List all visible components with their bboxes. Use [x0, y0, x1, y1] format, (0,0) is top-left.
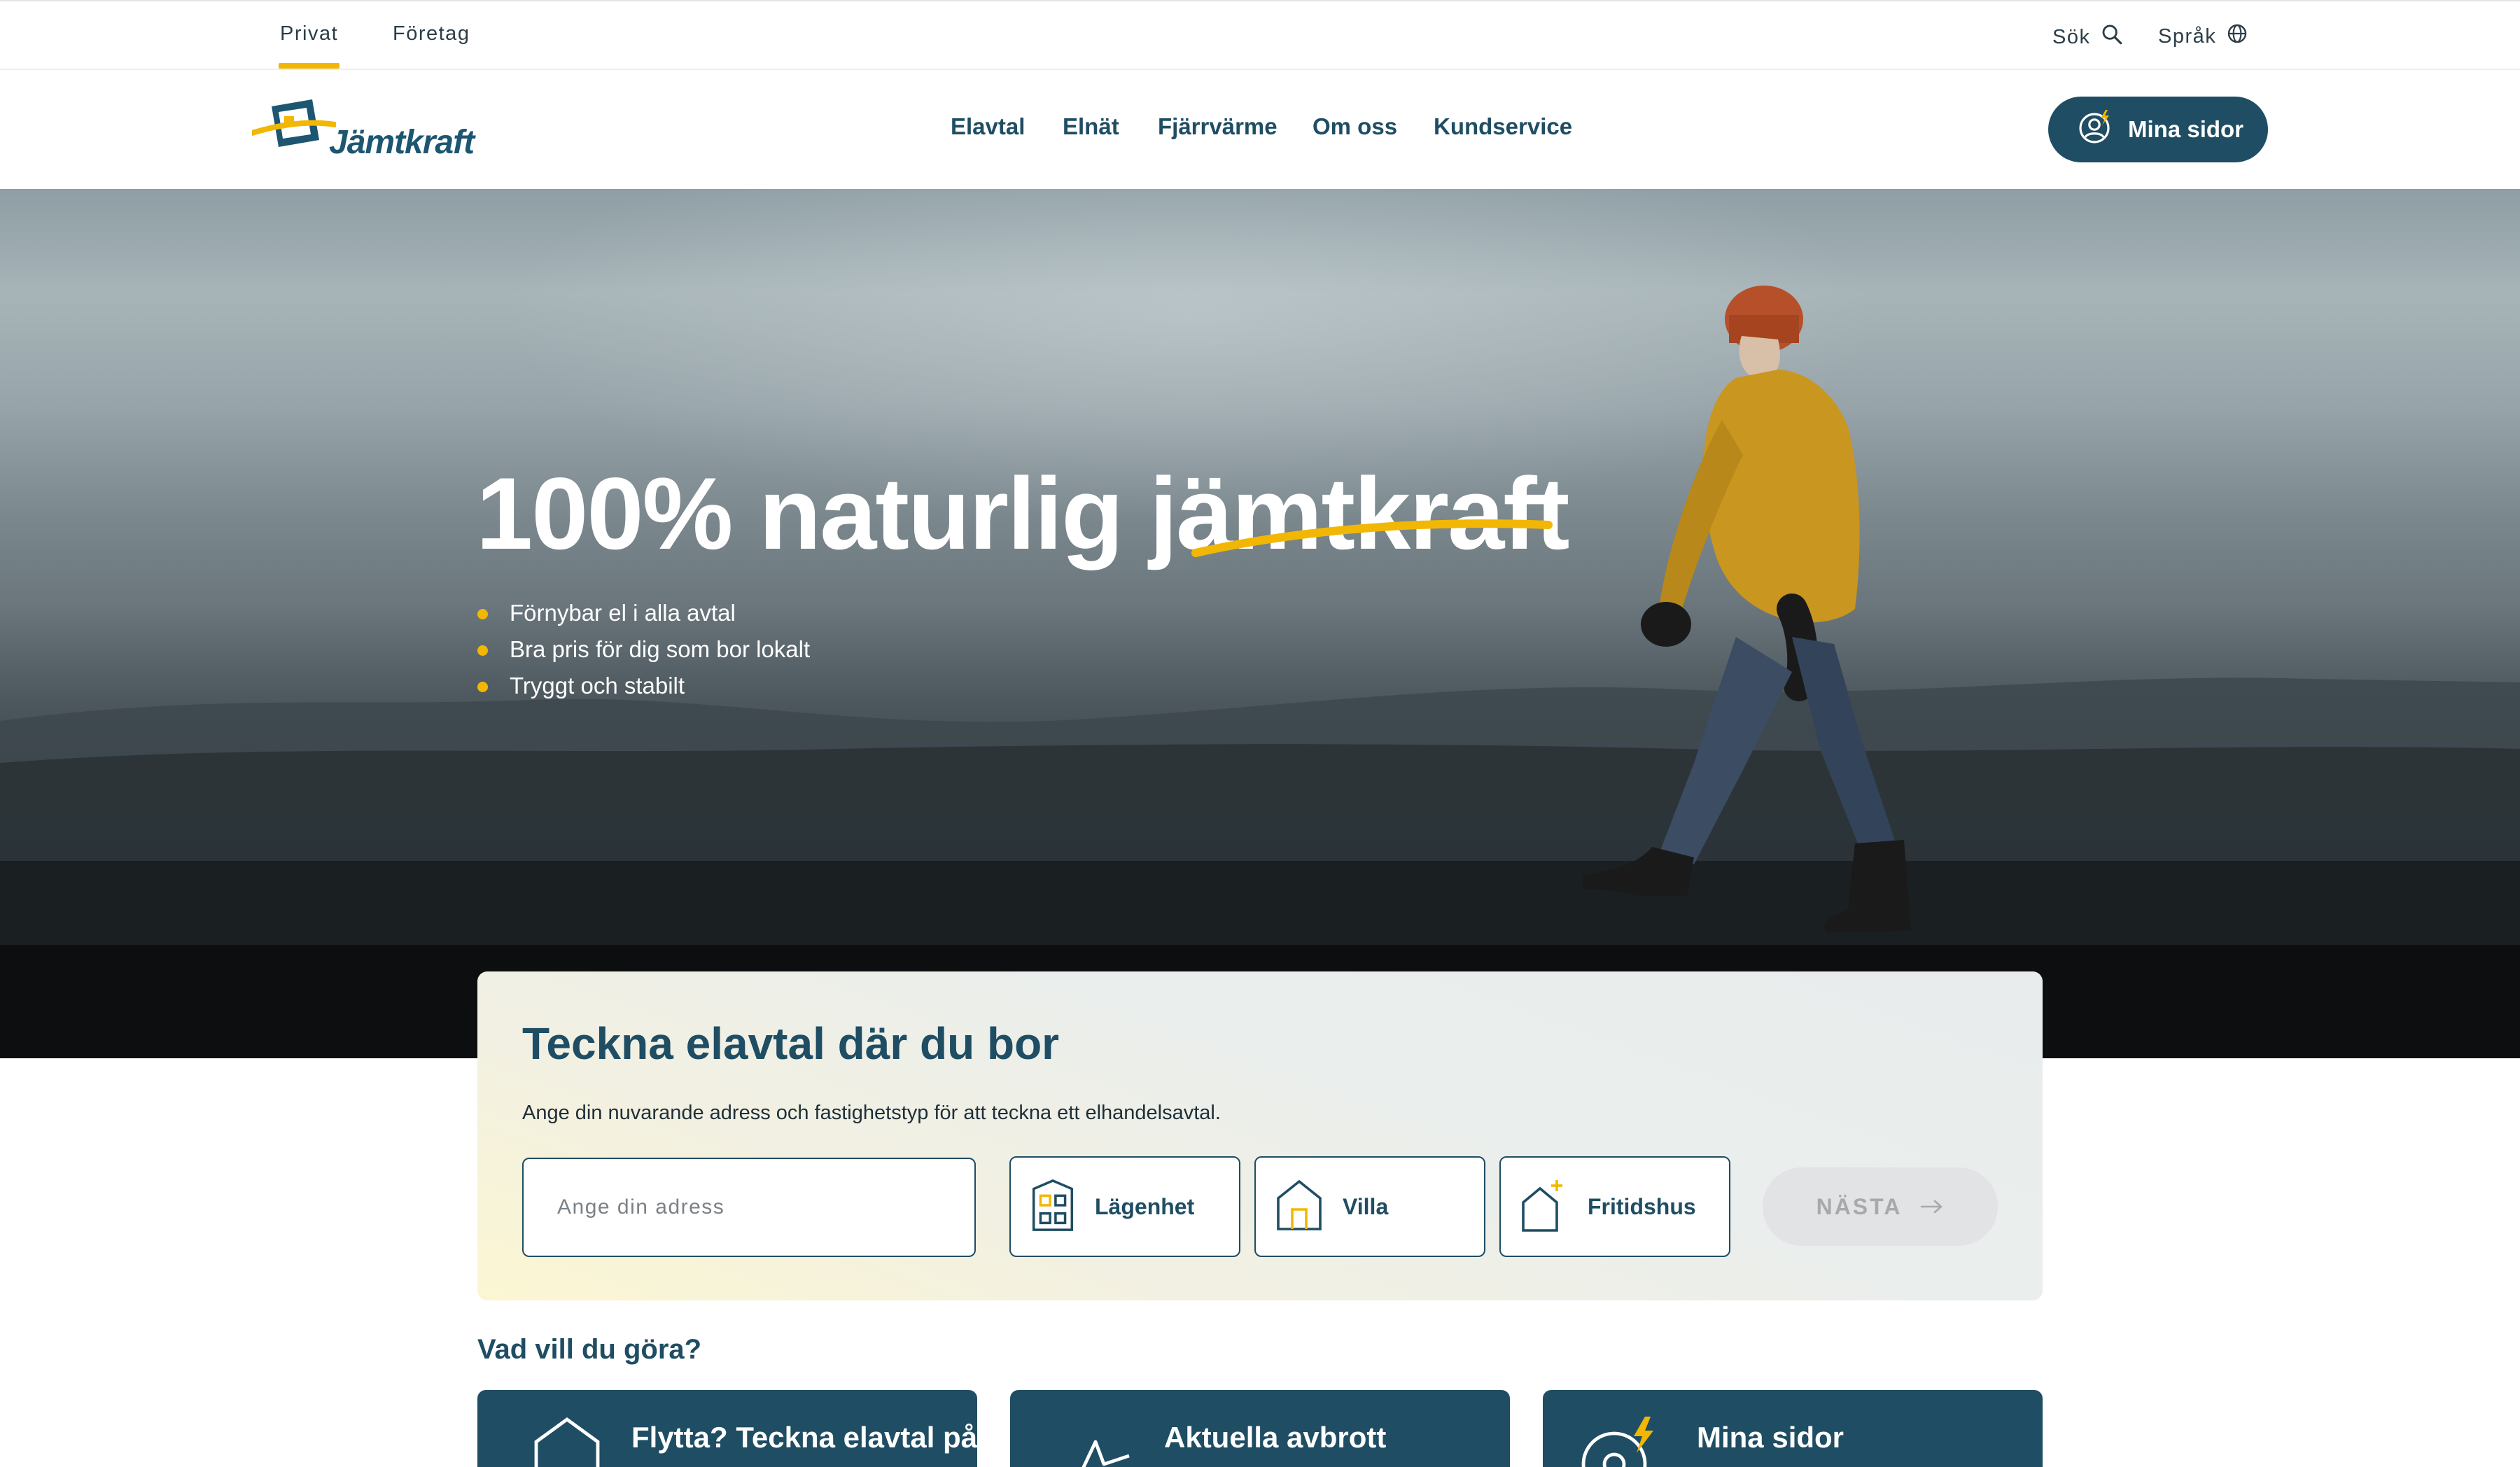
- action-tile-avbrott[interactable]: Aktuella avbrott: [1010, 1390, 1510, 1467]
- signup-title: Teckna elavtal där du bor: [522, 1018, 1060, 1069]
- address-input[interactable]: [522, 1158, 976, 1257]
- property-option-label: Fritidshus: [1588, 1193, 1696, 1219]
- nav-fjarrvarme[interactable]: Fjärrvärme: [1158, 113, 1278, 140]
- headline-underline-swoosh: [1191, 519, 1553, 557]
- search-icon: [2100, 22, 2124, 52]
- apartment-icon: [1030, 1178, 1075, 1236]
- house-icon: [532, 1414, 602, 1467]
- main-header: Jämtkraft Elavtal Elnät Fjärrvärme Om os…: [0, 70, 2520, 189]
- action-tile-label: Aktuella avbrott: [1164, 1421, 1387, 1454]
- hero-bullet-list: Förnybar el i alla avtal Bra pris för di…: [476, 595, 810, 704]
- outage-icon: [1065, 1414, 1135, 1467]
- action-tile-label: Mina sidor: [1697, 1421, 1844, 1454]
- action-tile-label: Flytta? Teckna elavtal på nya adressen: [631, 1421, 977, 1454]
- logo-mark-icon: [252, 99, 336, 147]
- property-option-villa[interactable]: Villa: [1254, 1156, 1485, 1257]
- nav-elavtal[interactable]: Elavtal: [951, 113, 1025, 140]
- search-link[interactable]: Sök: [2052, 22, 2124, 52]
- mina-sidor-label: Mina sidor: [2128, 116, 2244, 142]
- hero-landscape-image: [0, 286, 2520, 1058]
- action-tile-mina-sidor[interactable]: Mina sidor: [1543, 1390, 2043, 1467]
- next-button[interactable]: NÄSTA: [1763, 1167, 1998, 1246]
- user-bolt-icon: [2078, 108, 2114, 150]
- action-tile-flytta[interactable]: Flytta? Teckna elavtal på nya adressen: [477, 1390, 977, 1467]
- search-label: Sök: [2052, 25, 2091, 48]
- property-option-lagenhet[interactable]: Lägenhet: [1009, 1156, 1240, 1257]
- signup-description: Ange din nuvarande adress och fastighets…: [522, 1102, 1221, 1124]
- actions-title: Vad vill du göra?: [477, 1334, 702, 1365]
- signup-card: Teckna elavtal där du bor Ange din nuvar…: [477, 971, 2043, 1300]
- arrow-right-icon: [1920, 1194, 1944, 1220]
- top-utility-bar: Privat Företag Sök Språk: [0, 0, 2520, 70]
- property-option-label: Lägenhet: [1095, 1193, 1195, 1219]
- hero-bullet: Tryggt och stabilt: [476, 668, 810, 704]
- jamtkraft-logo[interactable]: Jämtkraft: [252, 97, 475, 167]
- logo-text: Jämtkraft: [329, 124, 475, 161]
- nav-elnat[interactable]: Elnät: [1063, 113, 1119, 140]
- hero-bullet: Förnybar el i alla avtal: [476, 595, 810, 631]
- segment-foretag[interactable]: Företag: [393, 22, 470, 45]
- globe-icon: [2226, 22, 2248, 50]
- language-label: Språk: [2158, 24, 2217, 48]
- mina-sidor-button[interactable]: Mina sidor: [2048, 97, 2268, 162]
- hero-bullet: Bra pris för dig som bor lokalt: [476, 631, 810, 668]
- cottage-icon: [1520, 1177, 1568, 1237]
- property-option-label: Villa: [1343, 1193, 1389, 1219]
- hero-banner: 100% naturlig jämtkraft Förnybar el i al…: [0, 189, 2520, 1058]
- house-icon: [1275, 1179, 1323, 1235]
- nav-kundservice[interactable]: Kundservice: [1434, 113, 1572, 140]
- next-button-label: NÄSTA: [1816, 1193, 1903, 1219]
- nav-om-oss[interactable]: Om oss: [1312, 113, 1397, 140]
- property-option-fritidshus[interactable]: Fritidshus: [1499, 1156, 1730, 1257]
- segment-privat[interactable]: Privat: [278, 22, 340, 69]
- user-bolt-icon: [1578, 1414, 1669, 1467]
- language-selector[interactable]: Språk: [2158, 22, 2248, 50]
